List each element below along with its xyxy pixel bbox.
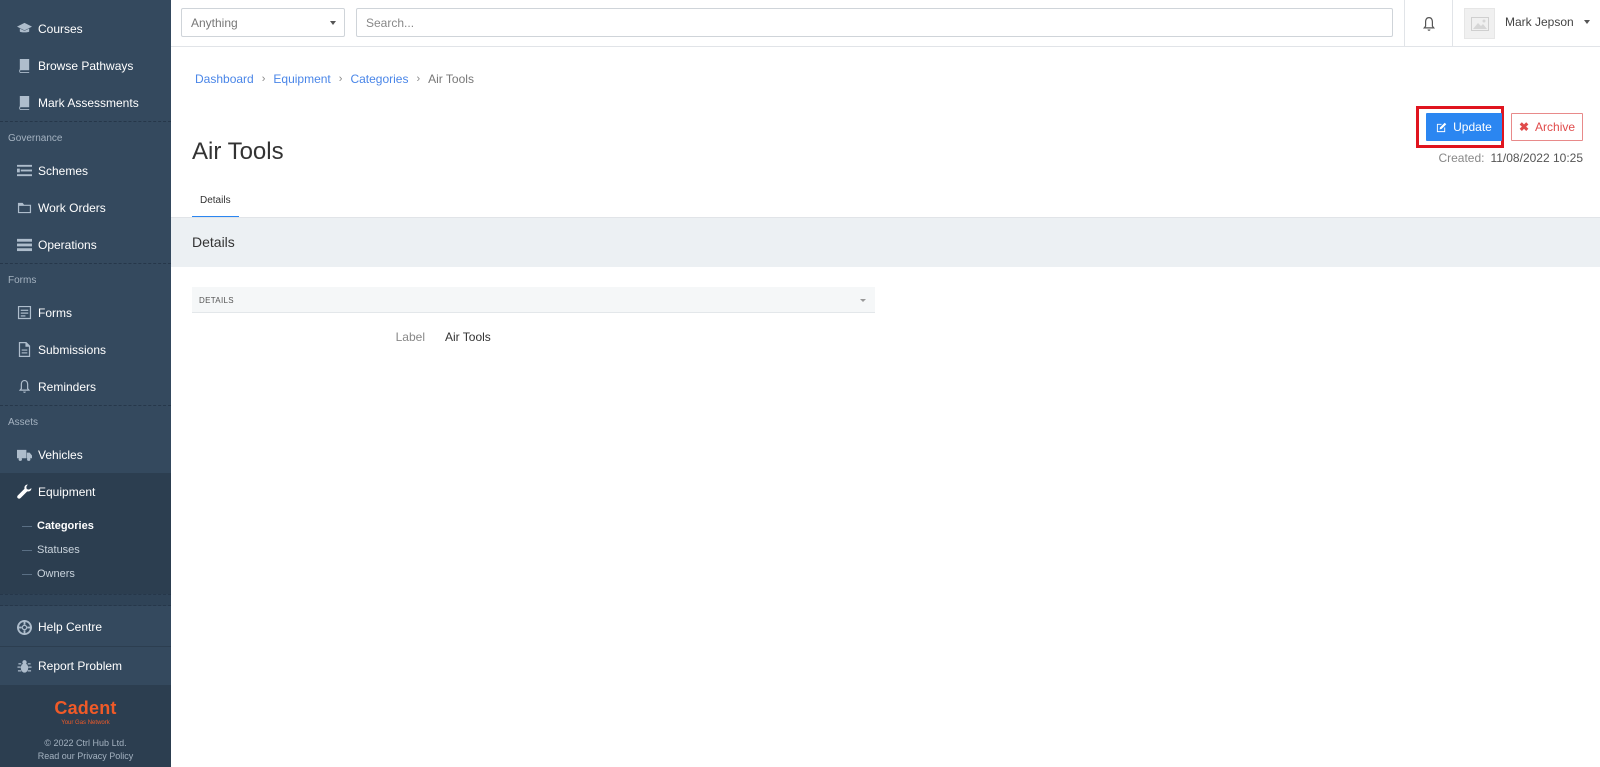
breadcrumb-current: Air Tools xyxy=(428,72,474,86)
sidebar-item-label: Submissions xyxy=(38,342,107,357)
sidebar-item-label: Courses xyxy=(38,21,83,36)
search-scope-select[interactable]: Anything xyxy=(181,8,345,37)
wrench-icon xyxy=(16,484,32,500)
field-label-text: Label xyxy=(395,330,425,344)
chevron-down-icon xyxy=(860,299,866,302)
list-icon xyxy=(16,163,32,179)
sidebar-item-report-problem[interactable]: Report Problem xyxy=(0,647,171,686)
sidebar-item-operations[interactable]: Operations xyxy=(0,226,171,263)
chevron-right-icon: › xyxy=(338,73,343,85)
truck-icon xyxy=(16,447,32,463)
sidebar-item-label: Operations xyxy=(38,237,97,252)
sidebar-item-reminders[interactable]: Reminders xyxy=(0,368,171,405)
sidebar-item-equipment[interactable]: Equipment xyxy=(0,473,171,510)
update-button[interactable]: Update xyxy=(1426,113,1502,141)
sidebar-item-label: Work Orders xyxy=(38,200,106,215)
sidebar-section-assets: Assets xyxy=(0,405,171,436)
avatar[interactable] xyxy=(1464,8,1495,39)
sidebar-section-governance: Governance xyxy=(0,121,171,152)
chevron-right-icon: › xyxy=(261,73,266,85)
chevron-right-icon: › xyxy=(416,73,421,85)
tab-details[interactable]: Details xyxy=(192,184,239,218)
brand-footer: Cadent Your Gas Network © 2022 Ctrl Hub … xyxy=(0,686,171,767)
sidebar-item-browse-pathways[interactable]: Browse Pathways xyxy=(0,47,171,84)
sidebar-item-work-orders[interactable]: Work Orders xyxy=(0,189,171,226)
graduation-cap-icon xyxy=(16,21,32,37)
server-icon xyxy=(16,237,32,253)
privacy-policy-link[interactable]: Read our Privacy Policy xyxy=(0,751,171,761)
sidebar-group-top: Courses Browse Pathways Mark Assessments xyxy=(0,0,171,121)
breadcrumb-dashboard[interactable]: Dashboard xyxy=(195,72,254,86)
bell-icon xyxy=(16,379,32,395)
field-value: Air Tools xyxy=(445,330,491,344)
tab-bar: Details xyxy=(192,184,239,218)
sidebar-item-vehicles[interactable]: Vehicles xyxy=(0,436,171,473)
sidebar-item-label: Reminders xyxy=(38,379,97,394)
subnav-item-categories[interactable]: Categories xyxy=(0,514,171,538)
chevron-down-icon xyxy=(330,21,336,25)
sidebar-item-mark-assessments[interactable]: Mark Assessments xyxy=(0,84,171,121)
sidebar-item-label: Help Centre xyxy=(38,620,103,634)
chevron-down-icon[interactable] xyxy=(1584,20,1590,24)
main-content: Dashboard › Equipment › Categories › Air… xyxy=(171,47,1600,767)
sidebar-item-label: Equipment xyxy=(38,484,96,499)
sidebar-item-label: Forms xyxy=(38,305,72,320)
top-bar: Anything Mark Jepson xyxy=(171,0,1600,47)
archive-button-label: Archive xyxy=(1535,120,1576,134)
sidebar-item-forms[interactable]: Forms xyxy=(0,294,171,331)
close-icon: ✖ xyxy=(1518,120,1530,134)
edit-icon xyxy=(1437,122,1447,132)
sidebar-item-label: Mark Assessments xyxy=(38,95,139,110)
image-placeholder-icon xyxy=(1470,16,1489,31)
created-label: Created: xyxy=(1438,151,1485,165)
cadent-logo: Cadent xyxy=(54,698,117,718)
user-menu-name[interactable]: Mark Jepson xyxy=(1505,15,1574,29)
form-icon xyxy=(16,305,32,321)
lifebuoy-icon xyxy=(16,619,32,635)
folder-icon xyxy=(16,200,32,216)
created-value: 11/08/2022 10:25 xyxy=(1490,151,1583,165)
subnav-item-statuses[interactable]: Statuses xyxy=(0,538,171,562)
sidebar-item-submissions[interactable]: Submissions xyxy=(0,331,171,368)
book-icon xyxy=(16,58,32,74)
section-title: Details xyxy=(192,234,235,250)
created-timestamp: Created: 11/08/2022 10:25 xyxy=(1438,151,1583,165)
sidebar: Courses Browse Pathways Mark Assessments… xyxy=(0,0,171,767)
details-panel-header[interactable]: DETAILS xyxy=(192,287,875,313)
sidebar-item-label: Report Problem xyxy=(38,659,123,673)
page-title: Air Tools xyxy=(192,138,284,165)
subnav-item-owners[interactable]: Owners xyxy=(0,562,171,586)
update-button-label: Update xyxy=(1453,120,1492,134)
bug-icon xyxy=(16,658,32,674)
sidebar-item-help-centre[interactable]: Help Centre xyxy=(0,608,171,647)
breadcrumb-categories[interactable]: Categories xyxy=(350,72,408,86)
sidebar-item-courses[interactable]: Courses xyxy=(0,10,171,47)
bell-icon xyxy=(1422,16,1435,31)
sidebar-item-label: Vehicles xyxy=(38,447,83,462)
sidebar-item-label: Browse Pathways xyxy=(38,58,134,73)
sidebar-help-group: Help Centre Report Problem xyxy=(0,606,171,686)
breadcrumb-equipment[interactable]: Equipment xyxy=(273,72,330,86)
document-icon xyxy=(16,342,32,358)
brand-tagline: Your Gas Network xyxy=(61,720,110,726)
panel-title: DETAILS xyxy=(199,296,234,305)
breadcrumb: Dashboard › Equipment › Categories › Air… xyxy=(195,72,474,86)
book-icon xyxy=(16,95,32,111)
archive-button[interactable]: ✖ Archive xyxy=(1511,113,1583,141)
sidebar-item-schemes[interactable]: Schemes xyxy=(0,152,171,189)
sidebar-item-label: Schemes xyxy=(38,163,89,178)
copyright-text: © 2022 Ctrl Hub Ltd. xyxy=(44,738,127,748)
section-header: Details xyxy=(171,218,1600,267)
sidebar-section-forms: Forms xyxy=(0,263,171,294)
sidebar-divider xyxy=(0,594,171,606)
notifications-button[interactable] xyxy=(1404,0,1453,47)
equipment-subnav: Categories Statuses Owners xyxy=(0,510,171,594)
search-input[interactable] xyxy=(356,8,1393,37)
search-scope-value: Anything xyxy=(191,16,238,30)
